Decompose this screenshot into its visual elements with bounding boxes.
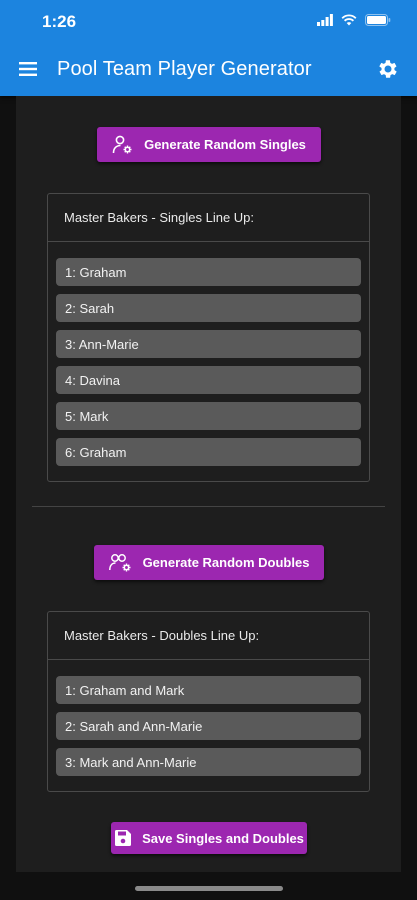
save-button[interactable]: Save Singles and Doubles bbox=[111, 822, 307, 854]
generate-doubles-label: Generate Random Doubles bbox=[142, 555, 310, 570]
generate-singles-button[interactable]: Generate Random Singles bbox=[97, 127, 321, 162]
singles-card: Master Bakers - Singles Line Up: 1: Grah… bbox=[47, 193, 370, 482]
app-header: 1:26 Pool Team Player Generator bbox=[0, 0, 417, 96]
doubles-list: 1: Graham and Mark 2: Sarah and Ann-Mari… bbox=[48, 660, 369, 776]
list-item: 1: Graham and Mark bbox=[56, 676, 361, 704]
singles-list: 1: Graham 2: Sarah 3: Ann-Marie 4: Davin… bbox=[48, 242, 369, 466]
page-title: Pool Team Player Generator bbox=[57, 58, 312, 80]
list-item: 4: Davina bbox=[56, 366, 361, 394]
status-time: 1:26 bbox=[42, 12, 77, 31]
signal-icon bbox=[317, 14, 333, 26]
gear-icon[interactable] bbox=[376, 57, 400, 81]
list-item: 5: Mark bbox=[56, 402, 361, 430]
person-gear-icon bbox=[112, 135, 132, 153]
section-divider bbox=[32, 506, 385, 507]
list-item: 6: Graham bbox=[56, 438, 361, 466]
status-icons bbox=[317, 14, 391, 26]
save-label: Save Singles and Doubles bbox=[142, 830, 304, 846]
home-indicator[interactable] bbox=[135, 886, 283, 891]
content-panel: Generate Random Singles Master Bakers - … bbox=[16, 96, 401, 872]
singles-header: Master Bakers - Singles Line Up: bbox=[48, 194, 369, 242]
generate-singles-label: Generate Random Singles bbox=[144, 137, 306, 152]
generate-doubles-button[interactable]: Generate Random Doubles bbox=[94, 545, 324, 580]
hamburger-menu-icon[interactable] bbox=[18, 58, 40, 80]
list-item: 2: Sarah bbox=[56, 294, 361, 322]
battery-icon bbox=[365, 14, 391, 26]
doubles-card: Master Bakers - Doubles Line Up: 1: Grah… bbox=[47, 611, 370, 792]
list-item: 1: Graham bbox=[56, 258, 361, 286]
list-item: 3: Ann-Marie bbox=[56, 330, 361, 358]
doubles-header: Master Bakers - Doubles Line Up: bbox=[48, 612, 369, 660]
list-item: 3: Mark and Ann-Marie bbox=[56, 748, 361, 776]
wifi-icon bbox=[341, 14, 357, 26]
people-gear-icon bbox=[108, 553, 131, 571]
save-icon bbox=[115, 830, 132, 846]
list-item: 2: Sarah and Ann-Marie bbox=[56, 712, 361, 740]
